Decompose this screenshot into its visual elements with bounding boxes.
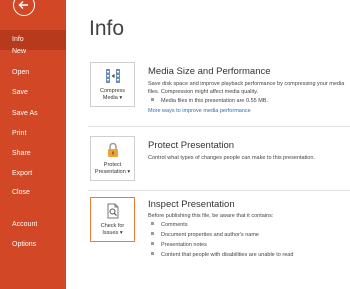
protect-section-desc: Control what types of changes people can… <box>148 155 315 161</box>
nav-options[interactable]: Options <box>0 235 66 255</box>
nav-save[interactable]: Save <box>0 83 66 103</box>
inspect-bullet-text: Presentation notes <box>161 242 207 248</box>
lock-icon <box>107 142 118 157</box>
inspect-bullet-text: Content that people with disabilities ar… <box>161 252 294 258</box>
section-divider <box>88 190 350 191</box>
inspect-bullet: Comments <box>151 221 188 229</box>
protect-presentation-button[interactable]: Protect Presentation ▾ <box>90 136 135 181</box>
inspect-bullet-text: Comments <box>161 222 188 228</box>
protect-section-title: Protect Presentation <box>148 140 235 151</box>
check-for-issues-button[interactable]: Check for Issues ▾ <box>90 197 135 242</box>
compress-media-icon <box>105 69 120 83</box>
inspect-bullet-text: Document properties and author's name <box>161 232 259 238</box>
media-performance-link[interactable]: More ways to improve media performance <box>148 108 251 114</box>
protect-presentation-label: Protect <box>103 162 122 168</box>
media-bullet: Media files in this presentation are 0.5… <box>151 97 268 105</box>
nav-share[interactable]: Share <box>0 144 66 164</box>
nav-new[interactable]: New <box>0 42 66 62</box>
bullet-icon <box>151 98 154 101</box>
media-section-desc: Save disk space and improve playback per… <box>148 81 345 87</box>
nav-close[interactable]: Close <box>0 183 66 203</box>
inspect-bullet: Content that people with disabilities ar… <box>151 251 293 259</box>
page-title: Info <box>89 17 125 40</box>
media-bullet-text: Media files in this presentation are 0.5… <box>161 98 269 104</box>
inspect-document-icon <box>107 203 118 219</box>
protect-presentation-label-2: Presentation ▾ <box>94 169 131 175</box>
inspect-section-desc: Before publishing this file, be aware th… <box>148 213 274 219</box>
info-panel: Info Compress Media ▾ Media Size and Per… <box>66 0 350 289</box>
check-for-issues-label: Check for <box>100 223 125 229</box>
bullet-icon <box>151 252 154 255</box>
nav-save-as[interactable]: Save As <box>0 104 66 124</box>
backstage-sidebar: Info New Open Save Save As Print Share E… <box>0 0 66 289</box>
inspect-bullet: Document properties and author's name <box>151 231 259 239</box>
bullet-icon <box>151 242 154 245</box>
media-section-title: Media Size and Performance <box>148 66 271 77</box>
bullet-icon <box>151 222 154 225</box>
compress-media-label-2: Media ▾ <box>102 95 123 101</box>
section-divider <box>88 126 350 127</box>
inspect-section-title: Inspect Presentation <box>148 199 235 210</box>
check-for-issues-label-2: Issues ▾ <box>102 230 123 236</box>
nav-open[interactable]: Open <box>0 63 66 83</box>
nav-export[interactable]: Export <box>0 164 66 184</box>
compress-media-label: Compress <box>99 88 126 94</box>
nav-print[interactable]: Print <box>0 124 66 144</box>
inspect-bullet: Presentation notes <box>151 241 207 249</box>
compress-media-button[interactable]: Compress Media ▾ <box>90 62 135 107</box>
back-button[interactable] <box>13 0 35 16</box>
bullet-icon <box>151 232 154 235</box>
media-section-desc-2: files. Compression might affect media qu… <box>148 89 259 95</box>
nav-account[interactable]: Account <box>0 215 66 235</box>
back-arrow-icon <box>18 0 28 10</box>
